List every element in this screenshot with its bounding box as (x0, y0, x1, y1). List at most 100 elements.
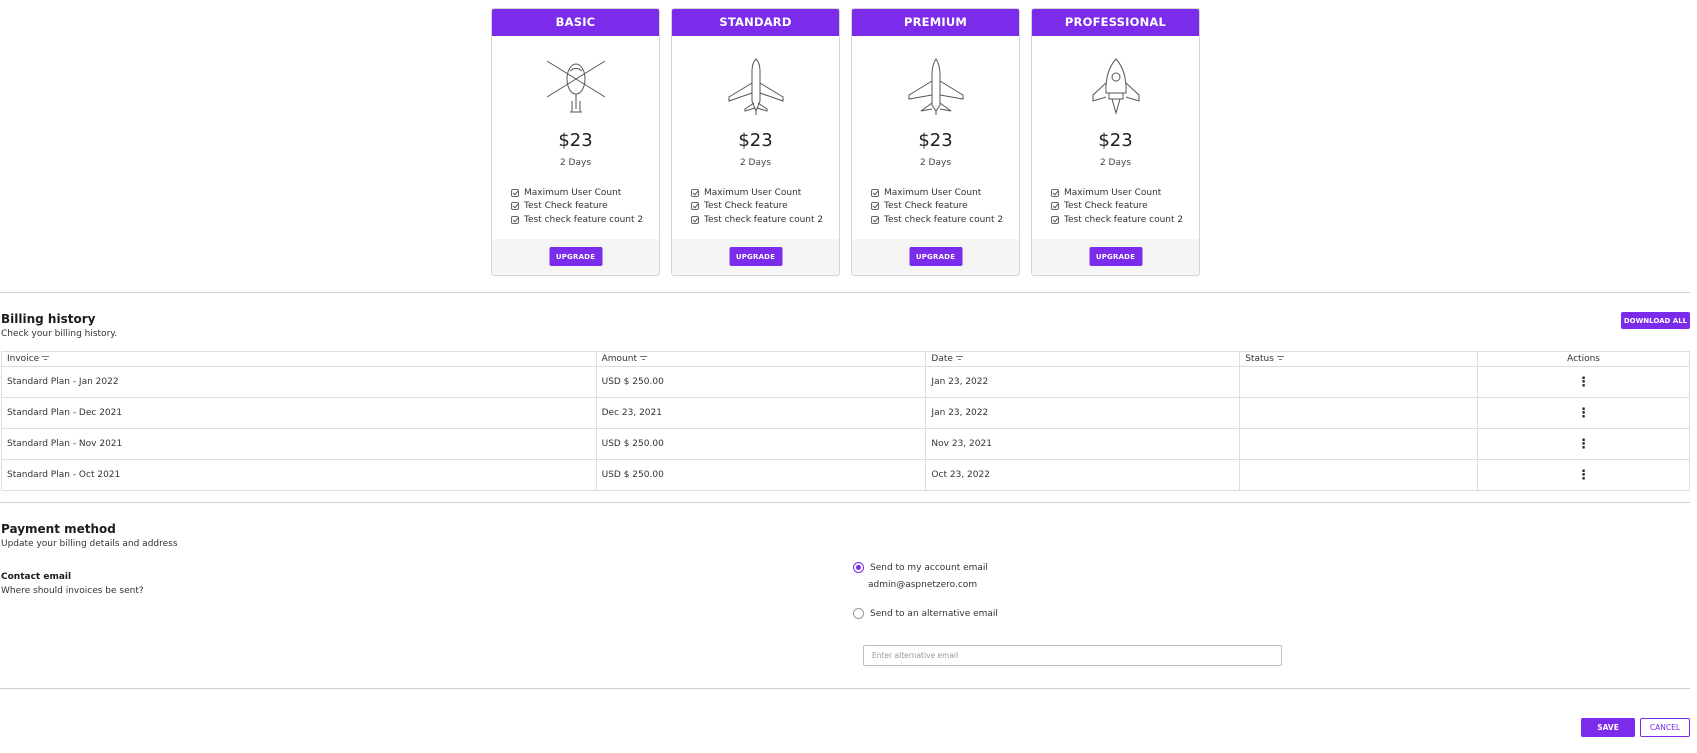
amount-cell: USD $ 250.00 (595, 428, 927, 460)
filter-icon[interactable] (42, 356, 50, 361)
more-options-icon[interactable]: ⋮ (1577, 375, 1590, 390)
filter-icon[interactable] (955, 356, 963, 361)
plan-card-standard: STANDARD $23 2 Days Maximum User Count T… (671, 8, 840, 276)
plan-period: 2 Days (1099, 158, 1132, 168)
save-button[interactable]: SAVE (1581, 718, 1635, 737)
check-icon (691, 215, 699, 224)
divider (0, 502, 1690, 503)
payment-method-subtitle: Update your billing details and address (1, 539, 178, 549)
billing-history-title: Billing history (1, 312, 96, 326)
table-row: Standard Plan - Dec 2021 Dec 23, 2021 Ja… (1, 397, 1690, 429)
billing-table: Invoice Amount Date Status Actions Stand… (1, 351, 1690, 491)
feature-item: Test check feature count 2 (871, 213, 1003, 227)
amount-cell: USD $ 250.00 (595, 366, 927, 398)
contact-email-label: Contact email (1, 572, 72, 582)
radio-account-email[interactable]: Send to my account email (853, 562, 988, 573)
feature-item: Test check feature count 2 (1051, 213, 1183, 227)
plan-footer: UPGRADE (852, 239, 1019, 275)
plan-period: 2 Days (919, 158, 952, 168)
plan-name: PROFESSIONAL (1032, 9, 1199, 36)
upgrade-button-professional[interactable]: UPGRADE (1089, 247, 1142, 266)
plan-features: Maximum User Count Test Check feature Te… (871, 186, 1003, 227)
divider (0, 688, 1690, 689)
radio-alternative-email[interactable]: Send to an alternative email (853, 608, 998, 619)
check-icon (1051, 202, 1059, 211)
rocket-icon (1092, 58, 1139, 115)
plan-period: 2 Days (559, 158, 592, 168)
more-options-icon[interactable]: ⋮ (1577, 468, 1590, 483)
plan-name: BASIC (492, 9, 659, 36)
check-icon (871, 202, 879, 211)
check-icon (871, 188, 879, 197)
invoice-cell: Standard Plan - Oct 2021 (1, 459, 597, 491)
billing-history-subtitle: Check your billing history. (1, 329, 118, 339)
filter-icon[interactable] (1276, 356, 1284, 361)
cancel-button[interactable]: CANCEL (1640, 718, 1690, 737)
plan-price: $23 (558, 130, 593, 151)
plan-price: $23 (1098, 130, 1133, 151)
date-cell: Jan 23, 2022 (925, 397, 1241, 429)
date-cell: Nov 23, 2021 (925, 428, 1241, 460)
status-cell (1239, 366, 1479, 398)
actions-cell: ⋮ (1477, 459, 1690, 491)
plan-card-premium: PREMIUM $23 2 Days Maximum User Count Te… (851, 8, 1020, 276)
jet-icon (908, 58, 963, 115)
column-header-amount[interactable]: Amount (595, 351, 927, 367)
feature-item: Test check feature count 2 (691, 213, 823, 227)
plan-name: STANDARD (672, 9, 839, 36)
feature-item: Test Check feature (511, 200, 643, 214)
download-all-button[interactable]: DOWNLOAD ALL (1621, 312, 1690, 329)
column-header-invoice[interactable]: Invoice (1, 351, 597, 367)
upgrade-button-premium[interactable]: UPGRADE (909, 247, 962, 266)
status-cell (1239, 397, 1479, 429)
check-icon (511, 202, 519, 211)
check-icon (691, 188, 699, 197)
radio-unselected-icon[interactable] (853, 608, 864, 619)
plan-card-basic: BASIC $23 2 Days Maximum User Count Test… (491, 8, 660, 276)
upgrade-button-basic[interactable]: UPGRADE (549, 247, 602, 266)
feature-item: Maximum User Count (871, 186, 1003, 200)
airplane-icon (728, 58, 783, 115)
filter-icon[interactable] (640, 356, 647, 361)
feature-item: Maximum User Count (691, 186, 823, 200)
alternative-email-input[interactable] (863, 645, 1282, 666)
date-cell: Jan 23, 2022 (925, 366, 1241, 398)
plan-card-professional: PROFESSIONAL $23 2 Days Maximum User Cou… (1031, 8, 1200, 276)
column-header-date[interactable]: Date (925, 351, 1241, 367)
contact-email-hint: Where should invoices be sent? (1, 586, 144, 596)
amount-cell: Dec 23, 2021 (595, 397, 927, 429)
feature-item: Test Check feature (871, 200, 1003, 214)
plan-footer: UPGRADE (1032, 239, 1199, 275)
feature-item: Test Check feature (691, 200, 823, 214)
check-icon (511, 215, 519, 224)
plan-price: $23 (738, 130, 773, 151)
invoice-cell: Standard Plan - Nov 2021 (1, 428, 597, 460)
plan-cards: BASIC $23 2 Days Maximum User Count Test… (491, 8, 1200, 276)
more-options-icon[interactable]: ⋮ (1577, 406, 1590, 421)
status-cell (1239, 428, 1479, 460)
divider (0, 292, 1690, 293)
table-row: Standard Plan - Jan 2022 USD $ 250.00 Ja… (1, 366, 1690, 398)
plan-features: Maximum User Count Test Check feature Te… (511, 186, 643, 227)
plan-price: $23 (918, 130, 953, 151)
plan-features: Maximum User Count Test Check feature Te… (1051, 186, 1183, 227)
check-icon (1051, 215, 1059, 224)
amount-cell: USD $ 250.00 (595, 459, 927, 491)
helicopter-icon (546, 60, 605, 113)
account-email-value: admin@aspnetzero.com (868, 580, 978, 590)
payment-method-title: Payment method (1, 522, 116, 536)
more-options-icon[interactable]: ⋮ (1577, 437, 1590, 452)
feature-item: Maximum User Count (511, 186, 643, 200)
check-icon (511, 188, 519, 197)
upgrade-button-standard[interactable]: UPGRADE (729, 247, 782, 266)
feature-item: Test Check feature (1051, 200, 1183, 214)
plan-footer: UPGRADE (492, 239, 659, 275)
plan-footer: UPGRADE (672, 239, 839, 275)
radio-label: Send to my account email (870, 562, 988, 573)
column-header-status[interactable]: Status (1239, 351, 1479, 367)
check-icon (691, 202, 699, 211)
radio-selected-icon[interactable] (853, 562, 864, 573)
invoice-cell: Standard Plan - Dec 2021 (1, 397, 597, 429)
plan-features: Maximum User Count Test Check feature Te… (691, 186, 823, 227)
plan-period: 2 Days (739, 158, 772, 168)
